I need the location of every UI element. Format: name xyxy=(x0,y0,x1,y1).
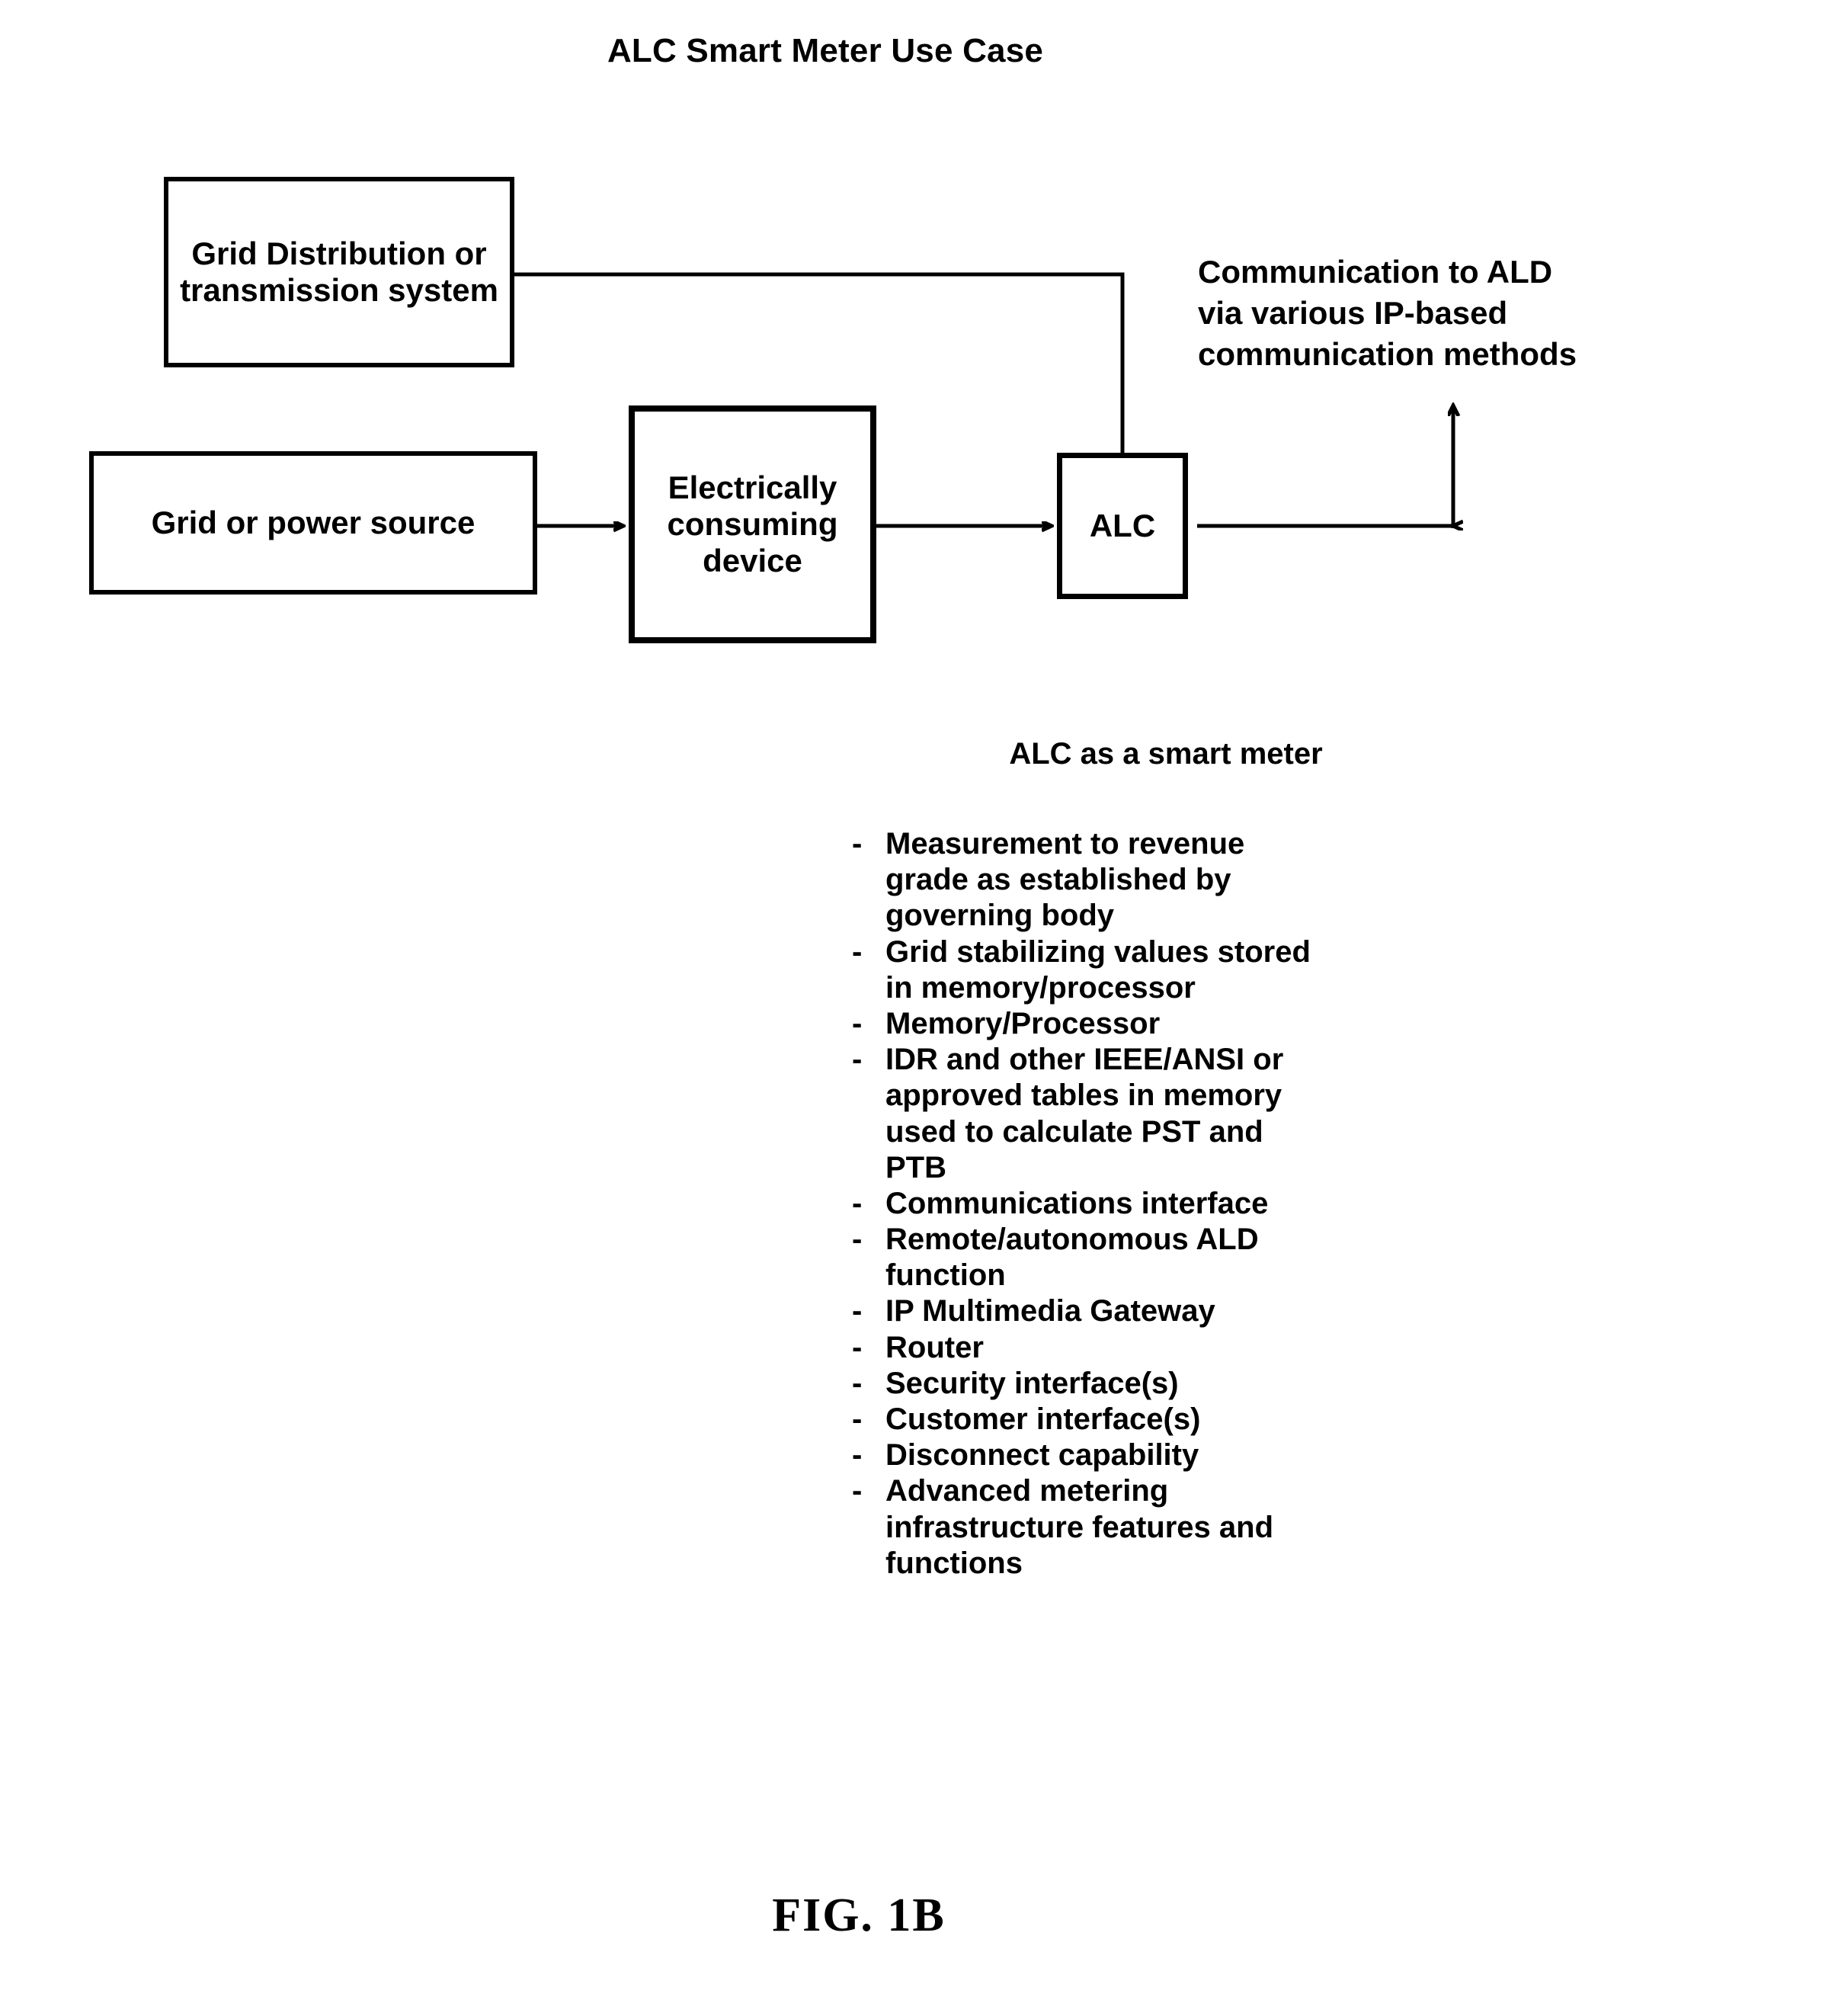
smart-meter-list-item: - IP Multimedia Gateway xyxy=(852,1293,1446,1329)
smart-meter-list-item: - Customer interface(s) xyxy=(852,1402,1446,1437)
box-grid-distribution: Grid Distribution or transmission system xyxy=(164,177,514,367)
smart-meter-list-item-text: Security interface(s) xyxy=(885,1366,1179,1400)
smart-meter-heading: ALC as a smart meter xyxy=(1009,737,1323,771)
box-power-source-label: Grid or power source xyxy=(151,504,476,540)
patent-figure-page: ALC Smart Meter Use Case Grid Distributi… xyxy=(0,0,1838,2016)
smart-meter-list-item: - Grid stabilizing values stored in memor… xyxy=(852,934,1446,1006)
smart-meter-list-item-text: Remote/autonomous ALD function xyxy=(885,1223,1259,1293)
smart-meter-list-item: - Disconnect capability xyxy=(852,1437,1446,1473)
smart-meter-list-item: - Remote/autonomous ALD function xyxy=(852,1222,1446,1293)
list-bullet-dash: - xyxy=(852,1294,863,1329)
list-bullet-dash: - xyxy=(852,1006,863,1040)
list-bullet-dash: - xyxy=(852,1330,863,1364)
smart-meter-list-item: - Measurement to revenue grade as establi… xyxy=(852,826,1446,934)
list-bullet-dash: - xyxy=(852,1186,863,1220)
smart-meter-list-item-text: Grid stabilizing values stored in memory… xyxy=(885,934,1311,1005)
figure-title: ALC Smart Meter Use Case xyxy=(607,32,1044,69)
list-bullet-dash: - xyxy=(852,1438,863,1473)
smart-meter-list-item: - Memory/Processor xyxy=(852,1006,1446,1042)
smart-meter-list-item: - IDR and other IEEE/ANSI or approved tab… xyxy=(852,1042,1446,1186)
list-bullet-dash: - xyxy=(852,1402,863,1436)
smart-meter-feature-list: - Measurement to revenue grade as establi… xyxy=(852,826,1446,1582)
box-electrically-consuming-device: Electrically consuming device xyxy=(629,405,876,643)
communication-to-ald-note: Communication to ALD via various IP-base… xyxy=(1198,254,1577,372)
list-bullet-dash: - xyxy=(852,1043,863,1077)
list-bullet-dash: - xyxy=(852,1366,863,1400)
smart-meter-list-item-text: IDR and other IEEE/ANSI or approved tabl… xyxy=(885,1043,1284,1184)
smart-meter-list-item: - Communications interface xyxy=(852,1186,1446,1222)
smart-meter-list-item: - Security interface(s) xyxy=(852,1366,1446,1402)
smart-meter-list-item-text: Communications interface xyxy=(885,1186,1269,1220)
list-bullet-dash: - xyxy=(852,827,863,861)
smart-meter-list-item-text: Measurement to revenue grade as establis… xyxy=(885,827,1245,933)
smart-meter-list-item: - Advanced metering infrastructure featur… xyxy=(852,1473,1446,1582)
figure-caption: FIG. 1B xyxy=(772,1889,946,1941)
box-alc-label: ALC xyxy=(1089,507,1156,543)
box-power-source: Grid or power source xyxy=(89,451,537,595)
smart-meter-list-item: - Router xyxy=(852,1330,1446,1366)
smart-meter-list-item-text: Disconnect capability xyxy=(885,1438,1199,1473)
smart-meter-list-item-text: IP Multimedia Gateway xyxy=(885,1294,1215,1329)
smart-meter-list-item-text: Advanced metering infrastructure feature… xyxy=(885,1474,1274,1580)
list-bullet-dash: - xyxy=(852,934,863,969)
list-bullet-dash: - xyxy=(852,1474,863,1508)
smart-meter-list-item-text: Customer interface(s) xyxy=(885,1402,1201,1436)
box-alc: ALC xyxy=(1057,453,1188,599)
smart-meter-list-item-text: Memory/Processor xyxy=(885,1006,1161,1040)
smart-meter-list-item-text: Router xyxy=(885,1330,984,1364)
list-bullet-dash: - xyxy=(852,1223,863,1257)
box-grid-distribution-label: Grid Distribution or transmission system xyxy=(180,235,498,308)
box-electrically-consuming-device-label: Electrically consuming device xyxy=(667,469,838,579)
